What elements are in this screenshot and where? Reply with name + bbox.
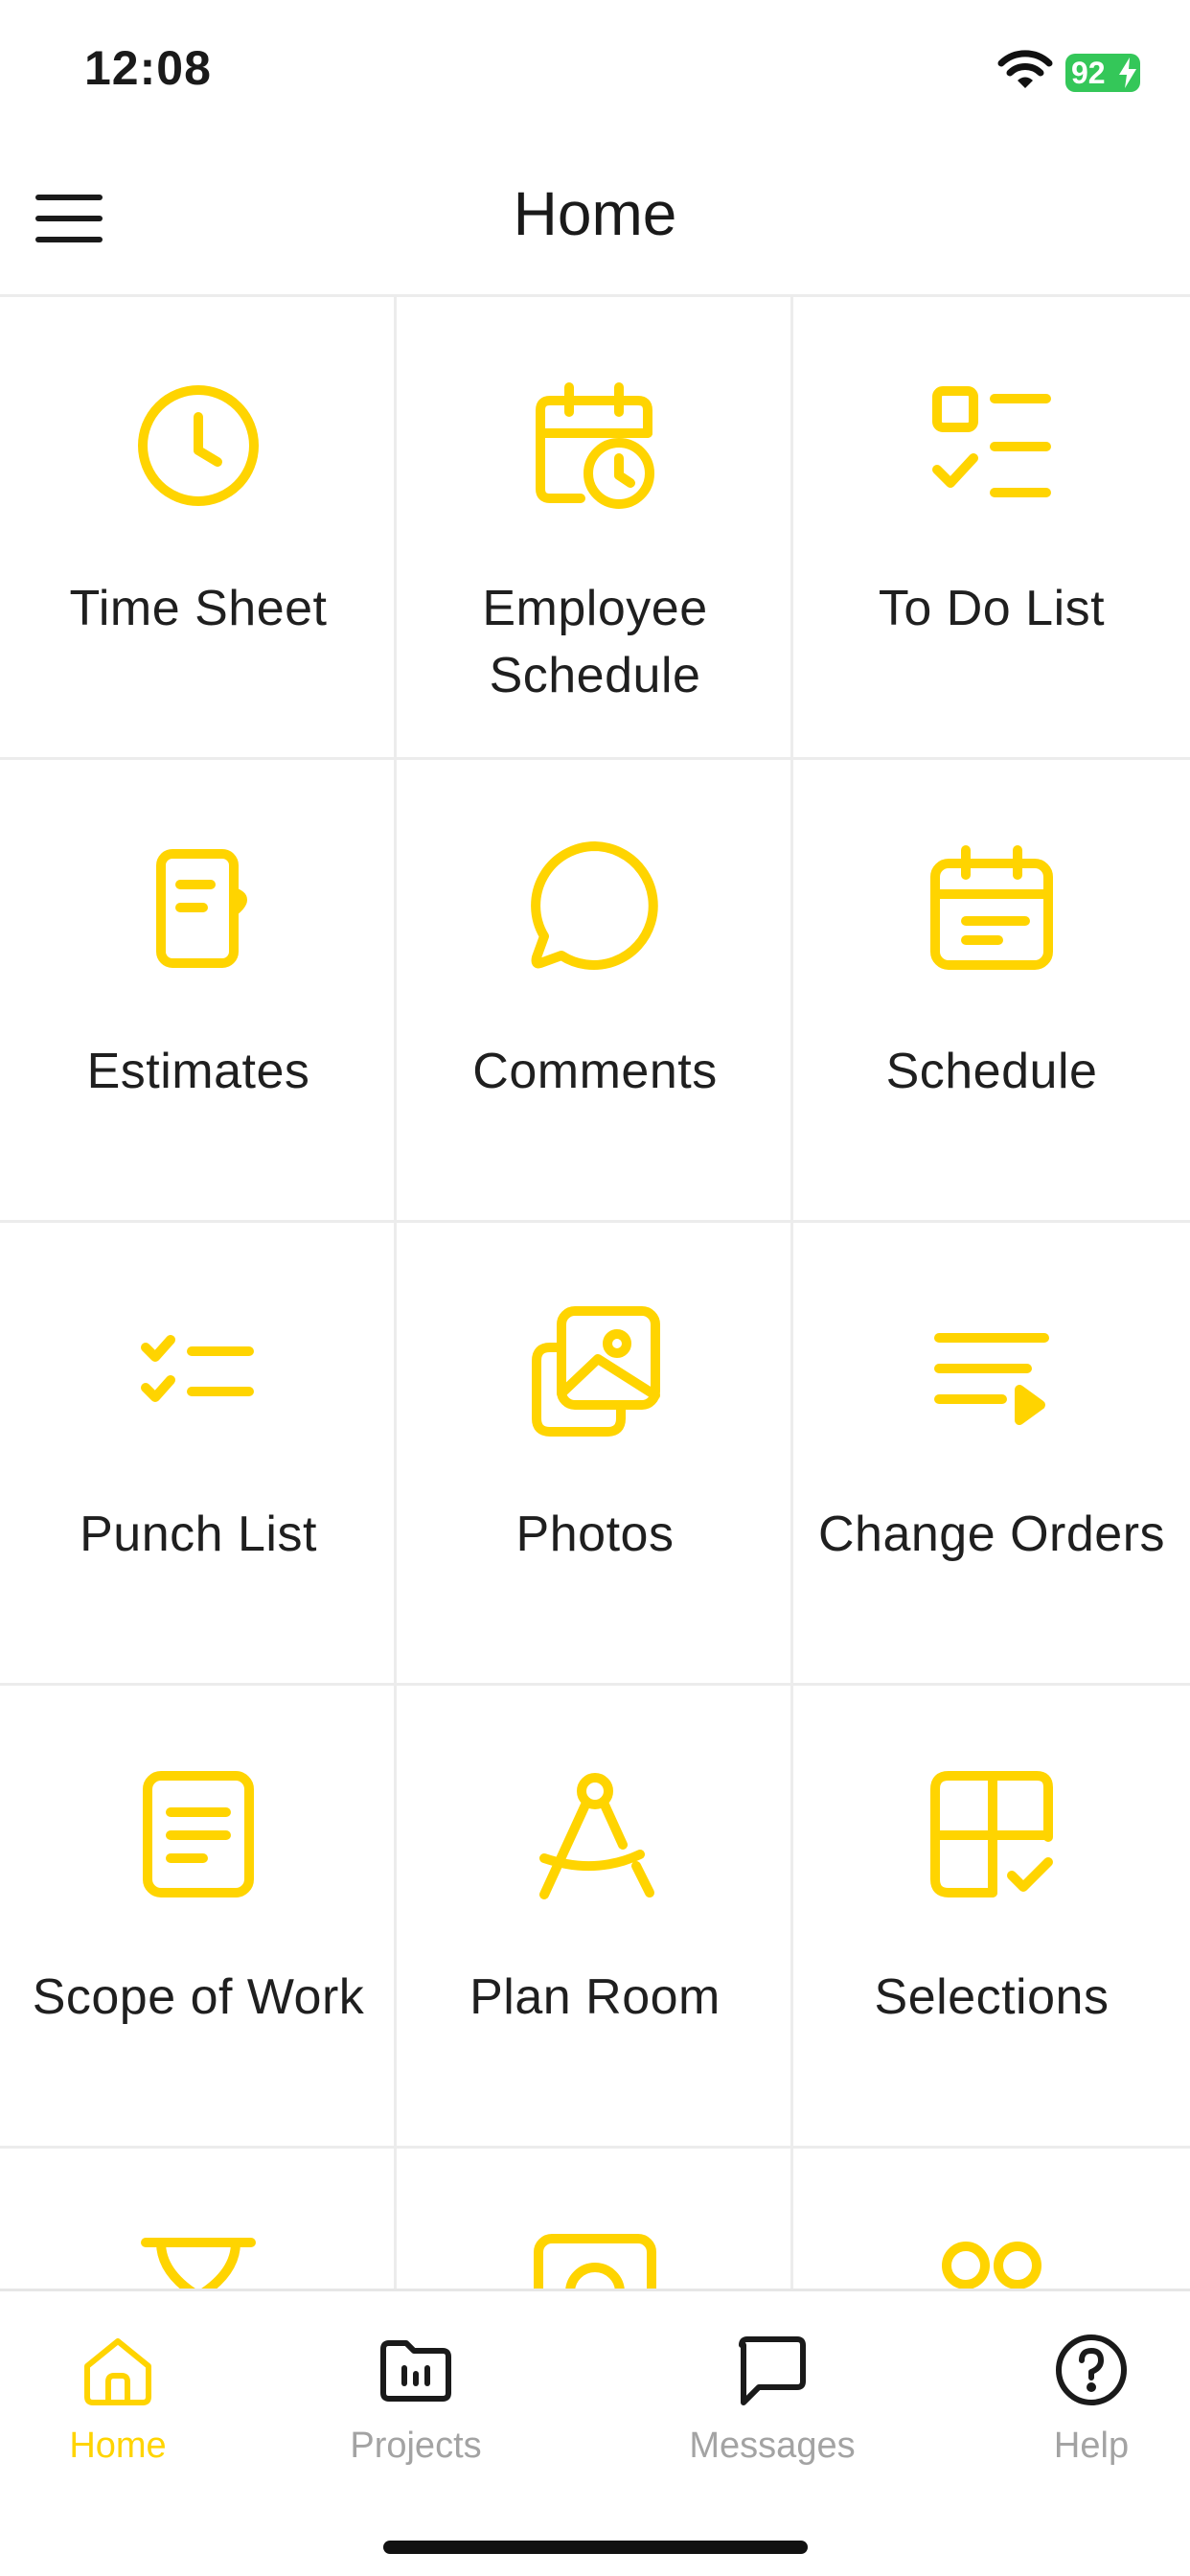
charging-bolt-icon xyxy=(1119,58,1136,88)
compass-icon xyxy=(539,1773,654,1899)
tile-hourglass[interactable] xyxy=(0,2149,397,2290)
tile-label: Schedule xyxy=(885,1044,1098,1099)
tab-label: Home xyxy=(69,2426,167,2466)
tile-punch-list[interactable]: Punch List xyxy=(0,1223,397,1686)
tab-label: Help xyxy=(1053,2426,1130,2466)
tile-camera[interactable] xyxy=(397,2149,793,2290)
tile-label: To Do List xyxy=(878,581,1106,636)
tile-label: Employee Schedule xyxy=(482,581,708,703)
tab-home[interactable]: Home xyxy=(3,2330,233,2502)
home-icon xyxy=(84,2338,151,2405)
chat-bubble-icon xyxy=(531,841,658,970)
tile-label: Scope of Work xyxy=(32,1969,365,2025)
tile-schedule[interactable]: Schedule xyxy=(793,760,1190,1223)
battery-indicator: 92 xyxy=(1065,54,1140,92)
document-lines-icon xyxy=(143,1771,254,1898)
home-indicator xyxy=(383,2541,808,2554)
tile-label: Punch List xyxy=(80,1506,317,1562)
photos-icon xyxy=(532,1306,660,1437)
calendar-icon xyxy=(930,845,1053,970)
grid-check-icon xyxy=(930,1771,1053,1898)
calendar-clock-icon xyxy=(536,382,654,509)
tile-scope-of-work[interactable]: Scope of Work xyxy=(0,1686,397,2149)
header: Home xyxy=(0,144,1190,297)
tile-label: Selections xyxy=(874,1969,1110,2025)
help-icon xyxy=(1056,2334,1127,2405)
tile-time-sheet[interactable]: Time Sheet xyxy=(0,297,397,760)
tile-plan-room[interactable]: Plan Room xyxy=(397,1686,793,2149)
tile-people[interactable] xyxy=(793,2149,1190,2290)
tile-label: Time Sheet xyxy=(69,581,328,636)
tile-comments[interactable]: Comments xyxy=(397,760,793,1223)
tile-label: Photos xyxy=(515,1506,675,1562)
page-title: Home xyxy=(513,179,677,248)
hourglass-icon xyxy=(141,2238,256,2290)
folder-icon xyxy=(380,2340,451,2402)
message-icon xyxy=(739,2336,806,2405)
tab-label: Projects xyxy=(350,2426,482,2466)
sort-list-icon xyxy=(934,1333,1049,1425)
wifi-icon xyxy=(997,50,1053,88)
tile-label: Comments xyxy=(472,1044,718,1099)
tile-photos[interactable]: Photos xyxy=(397,1223,793,1686)
tab-bar: Home Projects Messages Help xyxy=(0,2288,1190,2576)
tile-to-do-list[interactable]: To Do List xyxy=(793,297,1190,760)
tile-selections[interactable]: Selections xyxy=(793,1686,1190,2149)
tab-label: Messages xyxy=(689,2426,856,2466)
tab-help[interactable]: Help xyxy=(976,2330,1190,2502)
tab-projects[interactable]: Projects xyxy=(301,2330,531,2502)
tile-estimates[interactable]: Estimates xyxy=(0,760,397,1223)
tab-messages[interactable]: Messages xyxy=(657,2330,887,2502)
people-icon xyxy=(942,2242,1041,2289)
status-time: 12:08 xyxy=(84,41,212,95)
tile-label: Change Orders xyxy=(817,1506,1166,1562)
feature-grid: Time Sheet Employee Schedule To Do List … xyxy=(0,297,1190,2290)
camera-icon xyxy=(534,2234,656,2290)
tile-employee-schedule[interactable]: Employee Schedule xyxy=(397,297,793,760)
clock-icon xyxy=(138,385,259,506)
status-bar: 12:08 92 xyxy=(0,0,1190,144)
tile-label: Estimates xyxy=(86,1044,310,1099)
check-list-icon xyxy=(141,1335,254,1402)
battery-level: 92 xyxy=(1071,56,1106,90)
tile-label: Plan Room xyxy=(469,1969,721,2025)
checklist-icon xyxy=(932,386,1051,497)
tile-change-orders[interactable]: Change Orders xyxy=(793,1223,1190,1686)
document-icon xyxy=(156,849,247,968)
